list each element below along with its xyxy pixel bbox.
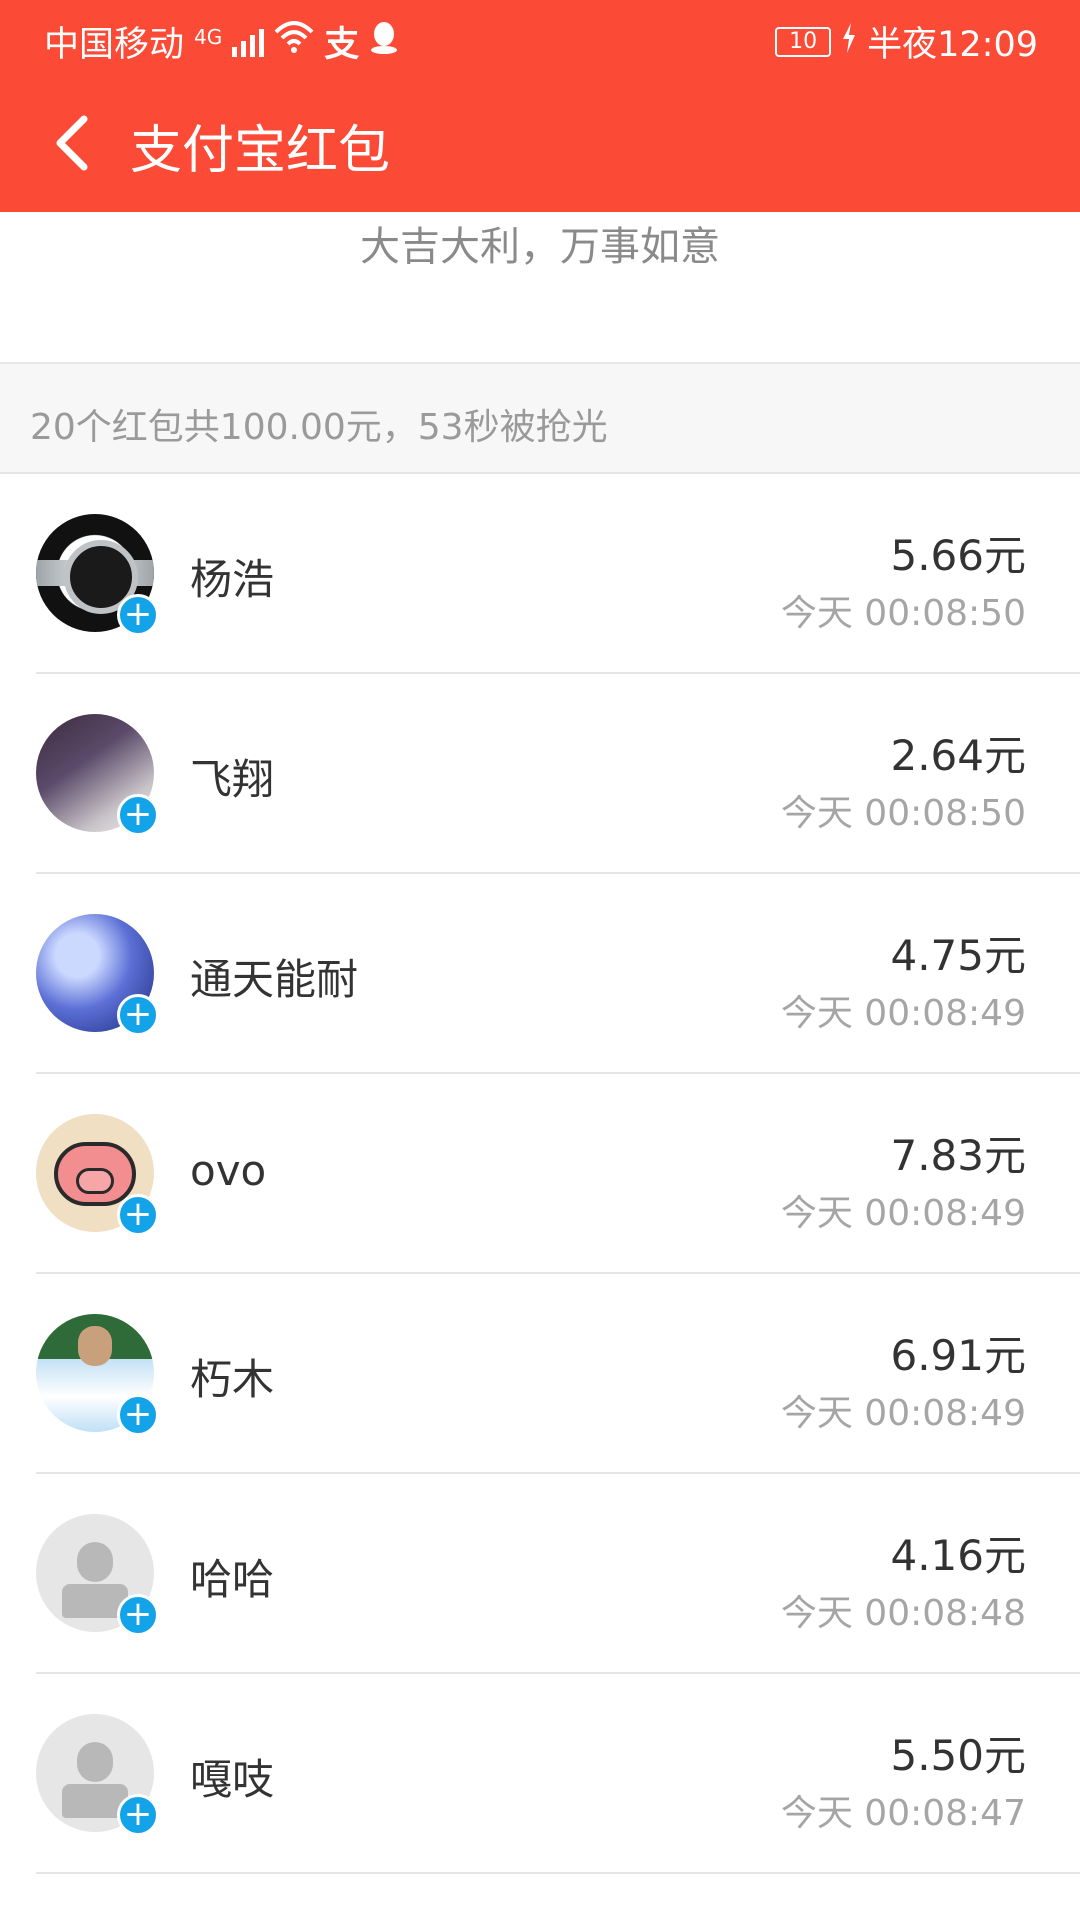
user-name: 飞翔 <box>190 755 275 804</box>
list-item[interactable]: + 通天能耐 4.75元 今天 00:08:49 <box>0 874 1080 1074</box>
add-friend-icon[interactable]: + <box>117 794 159 836</box>
status-bar: 中国移动 4G 支 10 半夜12:09 <box>0 0 1080 76</box>
app-header: 中国移动 4G 支 10 半夜12:09 支付宝红包 <box>0 0 1080 212</box>
user-name: 通天能耐 <box>190 955 359 1004</box>
greeting-text: 大吉大利，万事如意 <box>360 224 720 270</box>
add-friend-icon[interactable]: + <box>117 994 159 1036</box>
wifi-icon <box>274 20 314 63</box>
user-name: 朽木 <box>190 1355 275 1404</box>
timestamp: 今天 00:08:48 <box>780 1593 1026 1634</box>
amount: 5.50元 <box>890 1731 1026 1780</box>
amount: 7.83元 <box>890 1131 1026 1180</box>
list-item[interactable]: + 杨浩 5.66元 今天 00:08:50 <box>0 474 1080 674</box>
summary-text: 20个红包共100.00元，53秒被抢光 <box>30 407 608 448</box>
list-item[interactable]: + 飞翔 2.64元 今天 00:08:50 <box>0 674 1080 874</box>
charging-icon <box>841 22 857 62</box>
amount: 4.75元 <box>890 931 1026 980</box>
alipay-icon: 支 <box>324 25 360 65</box>
user-name: 嘎吱 <box>190 1755 275 1804</box>
timestamp: 今天 00:08:49 <box>780 1393 1026 1434</box>
signal-icon <box>232 27 265 57</box>
list-item[interactable]: + ovo 7.83元 今天 00:08:49 <box>0 1074 1080 1274</box>
amount: 2.64元 <box>890 731 1026 780</box>
timestamp: 今天 00:08:47 <box>780 1793 1026 1834</box>
page-title: 支付宝红包 <box>130 121 391 181</box>
add-friend-icon[interactable]: + <box>117 1194 159 1236</box>
timestamp: 今天 00:08:49 <box>780 993 1026 1034</box>
back-button[interactable] <box>42 110 102 180</box>
network-label: 4G <box>194 24 223 49</box>
amount: 4.16元 <box>890 1531 1026 1580</box>
amount: 6.91元 <box>890 1331 1026 1380</box>
summary-bar: 20个红包共100.00元，53秒被抢光 <box>0 362 1080 474</box>
user-name: ovo <box>190 1146 267 1195</box>
battery-icon: 10 <box>775 26 832 57</box>
user-name: 杨浩 <box>190 555 275 604</box>
amount: 5.66元 <box>890 531 1026 580</box>
list-item[interactable]: + 朽木 6.91元 今天 00:08:49 <box>0 1274 1080 1474</box>
qq-icon <box>369 20 399 63</box>
add-friend-icon[interactable]: + <box>117 1594 159 1636</box>
add-friend-icon[interactable]: + <box>117 1394 159 1436</box>
list-item[interactable]: + 哈哈 4.16元 今天 00:08:48 <box>0 1474 1080 1674</box>
clock-label: 半夜12:09 <box>867 25 1038 65</box>
add-friend-icon[interactable]: + <box>117 594 159 636</box>
timestamp: 今天 00:08:50 <box>780 793 1026 834</box>
nav-bar: 支付宝红包 <box>0 76 1080 212</box>
timestamp: 今天 00:08:50 <box>780 593 1026 634</box>
timestamp: 今天 00:08:49 <box>780 1193 1026 1234</box>
chevron-left-icon <box>54 115 90 175</box>
record-list: + 杨浩 5.66元 今天 00:08:50 + 飞翔 2.64元 今天 00:… <box>0 474 1080 1874</box>
add-friend-icon[interactable]: + <box>117 1794 159 1836</box>
list-item[interactable]: + 嘎吱 5.50元 今天 00:08:47 <box>0 1674 1080 1874</box>
user-name: 哈哈 <box>190 1555 275 1604</box>
carrier-label: 中国移动 <box>44 25 185 65</box>
